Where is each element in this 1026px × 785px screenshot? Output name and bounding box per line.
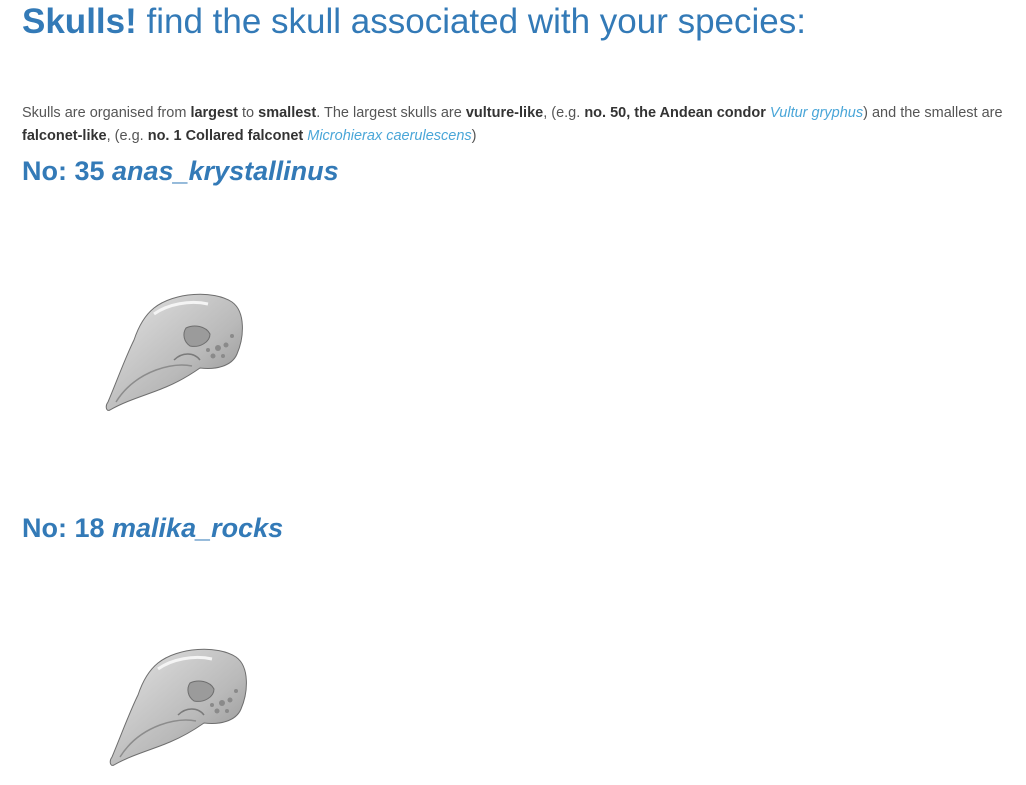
intro-text: , (e.g.	[543, 104, 585, 121]
intro-text: ) and the smallest are	[863, 104, 1003, 121]
skull-entry-number: No: 18	[22, 513, 113, 543]
skull-entry-number: No: 35	[22, 156, 113, 186]
intro-bold-largest: largest	[190, 104, 238, 121]
skull-entry-heading: No: 18 malika_rocks	[22, 512, 283, 544]
intro-bold-andean-condor: no. 50, the Andean condor	[584, 104, 766, 121]
intro-bold-falconet-like: falconet-like	[22, 127, 107, 144]
intro-text: , (e.g.	[106, 127, 148, 144]
skull-image[interactable]	[86, 645, 256, 770]
intro-bold-collared-falconet: no. 1 Collared falconet	[147, 127, 304, 144]
microhierax-caerulescens-link[interactable]: Microhierax caerulescens	[307, 128, 471, 144]
skull-image[interactable]	[82, 290, 252, 415]
skull-entry-heading: No: 35 anas_krystallinus	[22, 155, 339, 187]
intro-bold-smallest: smallest	[258, 104, 317, 121]
page-title: Skulls! find the skull associated with y…	[22, 2, 806, 42]
page-title-rest: find the skull associated with your spec…	[136, 2, 806, 41]
skull-entry-species: anas_krystallinus	[112, 156, 339, 186]
skull-entry-species: malika_rocks	[112, 513, 284, 543]
page-title-bold: Skulls!	[22, 2, 137, 41]
vultur-gryphus-link[interactable]: Vultur gryphus	[770, 105, 863, 121]
intro-text: to	[238, 104, 259, 121]
intro-text: . The largest skulls are	[316, 104, 466, 121]
intro-text: Skulls are organised from	[22, 104, 191, 121]
intro-text: )	[471, 127, 477, 144]
intro-bold-vulture-like: vulture-like	[465, 104, 544, 121]
intro-paragraph: Skulls are organised from largest to sma…	[22, 102, 1012, 148]
